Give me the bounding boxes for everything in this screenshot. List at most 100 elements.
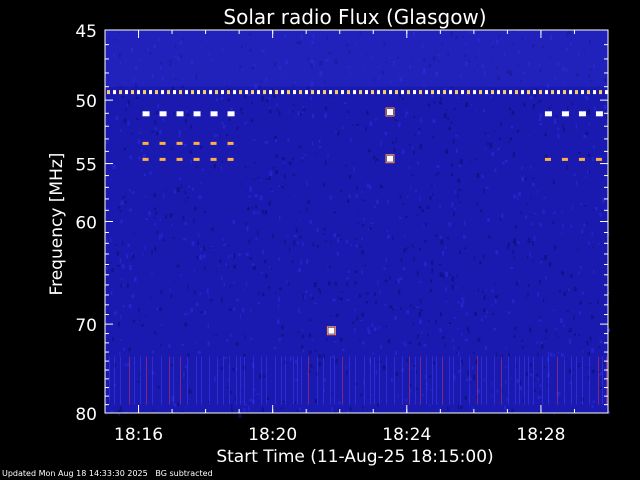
streak (528, 356, 529, 405)
noise-pixel (223, 243, 226, 247)
line-segment (245, 90, 248, 95)
line-segment (479, 90, 482, 95)
noise-pixel (453, 108, 456, 110)
emission-segment (561, 157, 568, 161)
noise-pixel (144, 195, 147, 198)
noise-pixel (207, 323, 209, 329)
noise-pixel (200, 248, 203, 251)
noise-pixel (120, 314, 122, 319)
noise-pixel (353, 167, 355, 173)
noise-pixel (369, 121, 373, 126)
noise-pixel (536, 102, 538, 105)
noise-pixel (105, 266, 109, 270)
streak (223, 356, 224, 405)
noise-pixel (516, 281, 518, 286)
noise-pixel (422, 393, 425, 397)
noise-pixel (288, 161, 292, 165)
noise-pixel (544, 337, 547, 340)
noise-pixel (360, 191, 364, 193)
noise-pixel (447, 117, 450, 120)
noise-pixel (495, 87, 497, 92)
line-segment (521, 90, 524, 95)
noise-pixel (421, 209, 425, 213)
noise-pixel (577, 365, 581, 368)
noise-pixel (225, 263, 227, 266)
noise-pixel (316, 228, 319, 232)
emission-segment (227, 157, 234, 161)
noise-pixel (322, 233, 325, 236)
noise-pixel (308, 333, 312, 338)
noise-pixel (513, 335, 516, 338)
noise-pixel (433, 184, 436, 188)
noise-pixel (530, 363, 532, 367)
noise-pixel (502, 162, 505, 165)
noise-pixel (524, 178, 527, 181)
noise-pixel (533, 236, 536, 241)
noise-pixel (559, 289, 561, 293)
streak (261, 356, 262, 405)
line-segment (515, 90, 518, 95)
streak (477, 356, 478, 405)
noise-pixel (448, 222, 452, 227)
noise-pixel (136, 96, 139, 99)
noise-pixel (494, 250, 498, 253)
noise-pixel (566, 310, 569, 312)
noise-pixel (494, 299, 497, 303)
noise-pixel (369, 227, 372, 230)
noise-pixel (324, 160, 327, 166)
noise-pixel (172, 237, 175, 239)
noise-pixel (578, 363, 580, 365)
noise-pixel (230, 333, 232, 338)
emission-segment (193, 111, 201, 117)
streak (152, 356, 153, 405)
noise-pixel (260, 271, 263, 274)
noise-pixel (506, 398, 508, 402)
noise-pixel (474, 158, 477, 161)
noise-pixel (293, 234, 297, 238)
noise-pixel (168, 348, 170, 350)
noise-pixel (374, 160, 376, 163)
noise-pixel (256, 211, 260, 214)
noise-pixel (569, 339, 571, 344)
noise-pixel (232, 220, 236, 224)
noise-pixel (463, 247, 467, 250)
line-segment (119, 90, 122, 95)
noise-pixel (557, 335, 559, 337)
streak (180, 356, 181, 405)
noise-pixel (419, 196, 421, 201)
noise-pixel (347, 299, 350, 302)
noise-pixel (537, 378, 539, 381)
noise-pixel (541, 258, 543, 260)
noise-pixel (112, 337, 114, 342)
noise-pixel (508, 107, 511, 111)
noise-pixel (439, 264, 442, 266)
noise-pixel (453, 346, 455, 350)
noise-pixel (292, 174, 296, 176)
streak (187, 356, 188, 405)
emission-segment (193, 157, 200, 161)
emission-spot (387, 109, 393, 115)
noise-pixel (523, 102, 526, 107)
noise-pixel (266, 141, 269, 144)
noise-pixel (509, 137, 513, 141)
noise-pixel (507, 311, 511, 314)
noise-pixel (587, 241, 590, 245)
line-segment (431, 90, 434, 95)
noise-pixel (342, 348, 345, 352)
noise-pixel (483, 295, 486, 300)
noise-pixel (145, 315, 148, 317)
noise-pixel (557, 133, 560, 139)
streak (460, 356, 461, 405)
noise-pixel (137, 156, 141, 160)
noise-pixel (151, 272, 153, 275)
noise-pixel (375, 301, 377, 305)
noise-pixel (221, 238, 224, 241)
noise-pixel (521, 339, 524, 342)
line-segment (473, 90, 476, 95)
noise-pixel (349, 407, 353, 411)
noise-pixel (387, 234, 390, 239)
noise-pixel (210, 299, 213, 302)
noise-pixel (202, 313, 204, 315)
noise-pixel (380, 345, 382, 349)
noise-pixel (457, 97, 460, 99)
